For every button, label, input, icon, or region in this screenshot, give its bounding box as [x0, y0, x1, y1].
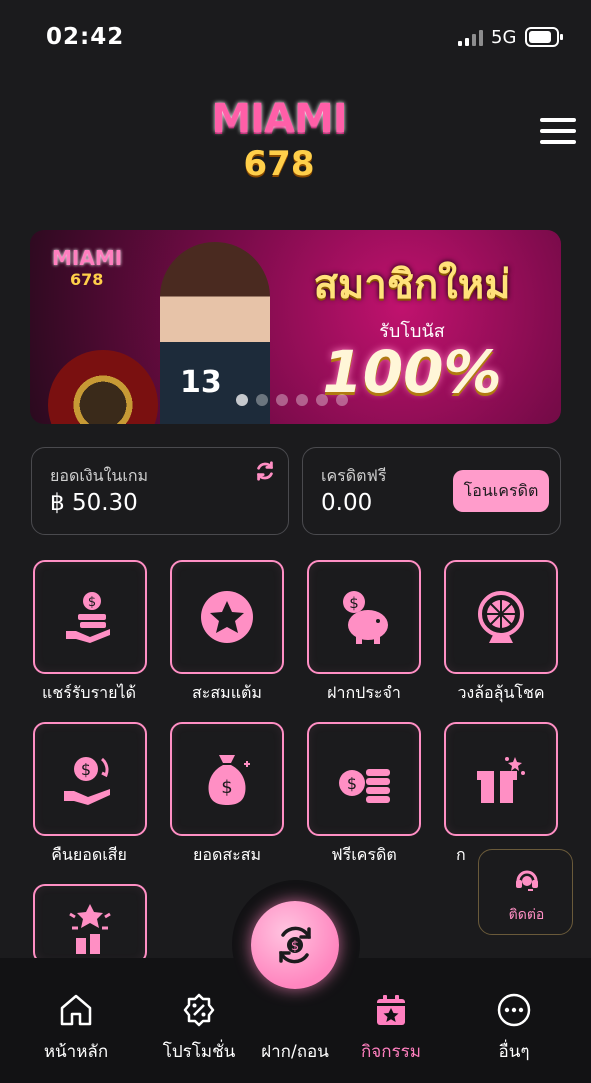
carousel-dot[interactable]	[256, 394, 268, 406]
money-bag-icon: $	[208, 755, 250, 805]
free-credit-card: เครดิตฟรี 0.00 โอนเครดิต	[302, 447, 561, 535]
balance-label: ยอดเงินในเกม	[50, 466, 149, 485]
menu-tile-points[interactable]	[170, 560, 284, 674]
transfer-credit-button[interactable]: โอนเครดิต	[453, 470, 549, 512]
svg-text:$: $	[349, 594, 359, 612]
menu-label-fixed-deposit: ฝากประจำ	[327, 683, 401, 702]
reward-icon	[69, 904, 111, 954]
carousel-dot[interactable]	[316, 394, 328, 406]
menu-tile-reward[interactable]	[33, 884, 147, 964]
promotion-icon	[183, 993, 215, 1027]
svg-text:$: $	[347, 774, 357, 793]
nav-label-more: อื่นๆ	[498, 1042, 530, 1062]
carousel-dot[interactable]	[336, 394, 348, 406]
menu-label-accumulated: ยอดสะสม	[192, 845, 262, 864]
game-balance-card: ยอดเงินในเกม ฿ 50.30	[31, 447, 289, 535]
menu-tile-gift[interactable]	[444, 722, 558, 836]
nav-label-deposit-withdraw: ฝาก/ถอน	[261, 1042, 329, 1062]
menu-tile-lucky-wheel[interactable]	[444, 560, 558, 674]
deposit-withdraw-icon: $	[279, 926, 311, 964]
calendar-star-icon	[377, 995, 405, 1025]
nav-item-promotion[interactable]: โปรโมชั่น	[144, 958, 254, 1068]
menu-tile-cashback[interactable]: $	[33, 722, 147, 836]
deposit-withdraw-fab[interactable]: $	[251, 901, 339, 989]
menu-tile-fixed-deposit[interactable]: $	[307, 560, 421, 674]
gift-box-icon	[477, 757, 525, 803]
svg-text:$: $	[88, 595, 96, 610]
nav-item-home[interactable]: หน้าหลัก	[21, 958, 131, 1068]
balance-value: ฿ 50.30	[50, 490, 138, 516]
banner-headline: สมาชิกใหม่	[313, 262, 511, 308]
svg-text:$: $	[221, 777, 232, 798]
carousel-dots	[236, 394, 348, 406]
menu-label-lucky-wheel: วงล้อลุ้นโชค	[457, 683, 545, 702]
share-income-icon: $	[66, 592, 110, 643]
signal-icon	[458, 30, 484, 46]
more-icon	[497, 993, 531, 1027]
headset-icon	[516, 870, 538, 891]
coins-icon: $	[339, 769, 390, 803]
logo-text: MIAMI	[211, 96, 347, 142]
nav-label-home: หน้าหลัก	[43, 1042, 109, 1062]
banner-jersey-number: 13	[180, 365, 222, 400]
banner-logo-sub: 678	[70, 270, 104, 289]
menu-label-share-income: แชร์รับรายได้	[42, 683, 136, 702]
menu-label-points: สะสมแต้ม	[192, 683, 262, 702]
credit-label: เครดิตฟรี	[321, 466, 387, 485]
credit-value: 0.00	[321, 490, 373, 516]
svg-text:$: $	[81, 760, 91, 779]
star-points-icon	[201, 591, 253, 643]
banner-logo: MIAMI	[52, 246, 123, 270]
nav-item-activities[interactable]: กิจกรรม	[336, 958, 446, 1068]
piggy-bank-icon: $	[343, 591, 388, 644]
status-bar: 02:42 5G	[0, 0, 591, 70]
site-logo[interactable]: MIAMI 678	[194, 92, 364, 187]
carousel-dot[interactable]	[236, 394, 248, 406]
nav-label-promotion: โปรโมชั่น	[162, 1042, 236, 1062]
contact-float-button[interactable]: ติดต่อ	[478, 849, 573, 935]
battery-icon	[525, 27, 563, 47]
carousel-dot[interactable]	[276, 394, 288, 406]
network-type: 5G	[491, 27, 517, 48]
hamburger-menu-icon[interactable]	[540, 118, 576, 152]
menu-label-cashback: คืนยอดเสีย	[51, 845, 127, 864]
logo-sub: 678	[243, 144, 315, 184]
home-icon	[60, 994, 92, 1026]
lucky-wheel-icon	[478, 591, 524, 643]
svg-text:$: $	[291, 939, 299, 954]
menu-tile-share-income[interactable]: $	[33, 560, 147, 674]
menu-tile-accumulated[interactable]: $	[170, 722, 284, 836]
menu-label-free-credit: ฟรีเครดิต	[331, 845, 397, 864]
refresh-icon[interactable]	[254, 460, 276, 482]
nav-label-activities: กิจกรรม	[360, 1042, 421, 1062]
status-time: 02:42	[46, 24, 125, 50]
menu-tile-free-credit[interactable]: $	[307, 722, 421, 836]
roulette-graphic	[48, 350, 158, 424]
nav-item-more[interactable]: อื่นๆ	[459, 958, 569, 1068]
carousel-dot[interactable]	[296, 394, 308, 406]
cashback-icon: $	[64, 757, 110, 805]
contact-label: ติดต่อ	[508, 907, 545, 923]
